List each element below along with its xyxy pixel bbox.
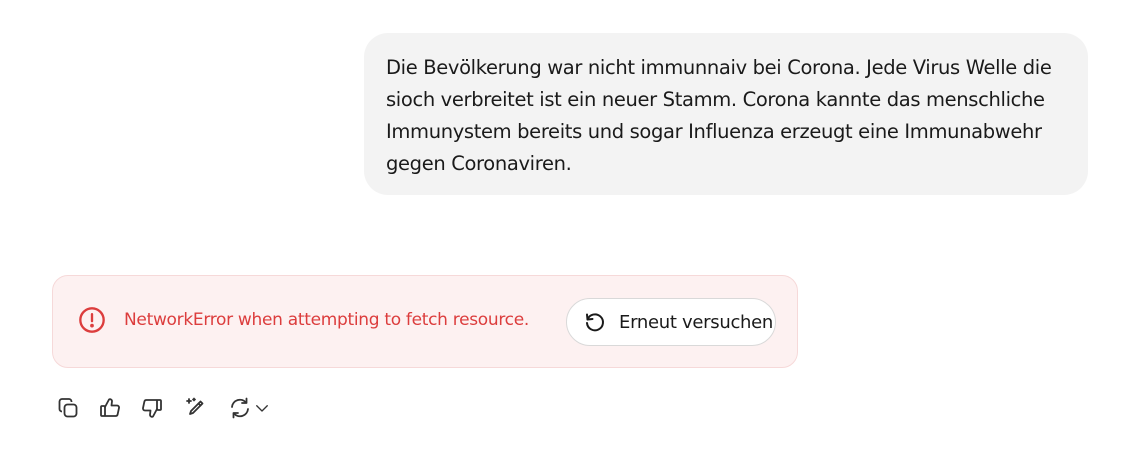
regenerate-options-dropdown[interactable]: [250, 392, 274, 424]
chevron-down-icon: [256, 405, 268, 412]
retry-button-label: Erneut versuchen: [619, 311, 774, 333]
edit-button[interactable]: [180, 392, 212, 424]
retry-icon: [586, 313, 604, 332]
thumbs-up-icon: [100, 398, 120, 417]
like-button[interactable]: [94, 392, 126, 424]
thumbs-down-icon: [142, 399, 162, 418]
copy-button[interactable]: [52, 392, 84, 424]
magic-pen-icon: [186, 397, 204, 415]
user-message-text: Die Bevölkerung war nicht immunnaiv bei …: [386, 56, 1052, 175]
user-message-bubble: Die Bevölkerung war nicht immunnaiv bei …: [364, 33, 1088, 195]
alert-circle-icon: [79, 307, 105, 333]
error-message: NetworkError when attempting to fetch re…: [124, 310, 529, 330]
retry-button[interactable]: Erneut versuchen: [566, 298, 776, 346]
error-banner: NetworkError when attempting to fetch re…: [52, 275, 798, 368]
dislike-button[interactable]: [136, 392, 168, 424]
refresh-icon: [231, 397, 249, 419]
copy-icon: [58, 398, 78, 418]
